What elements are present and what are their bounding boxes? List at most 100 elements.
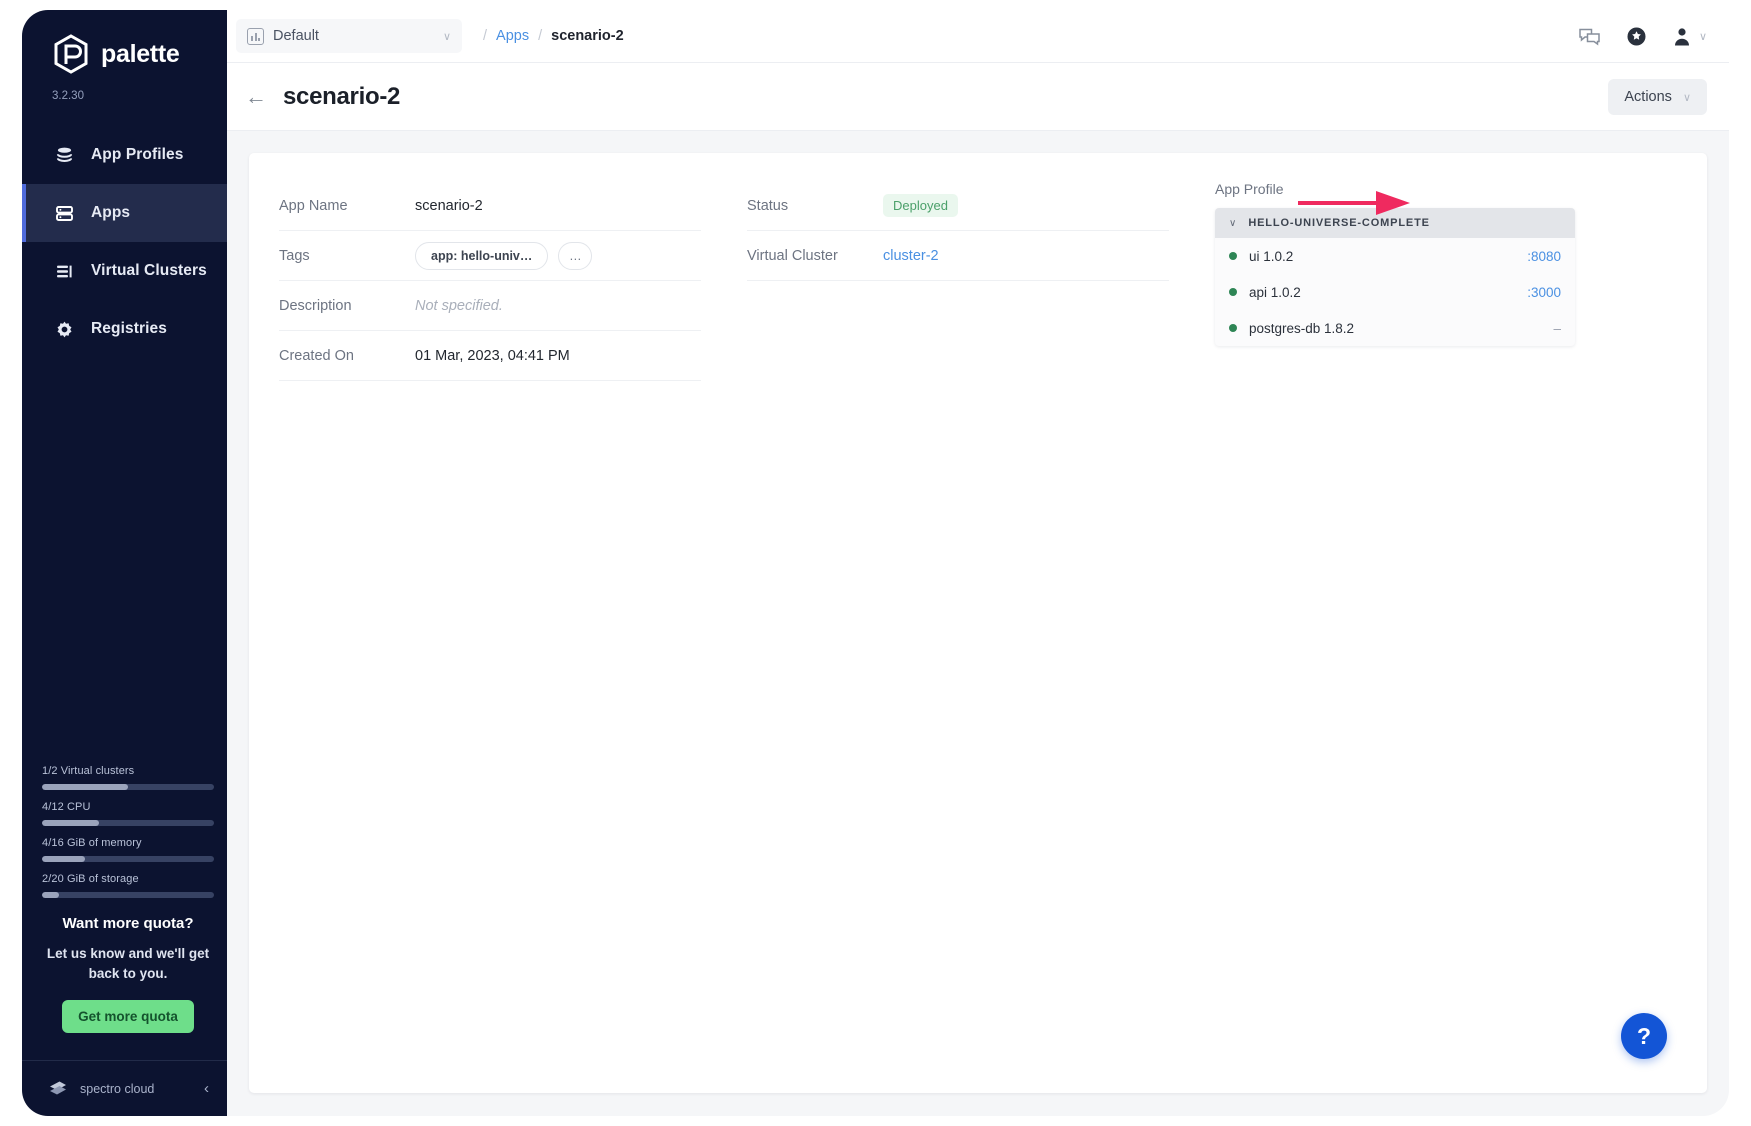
sidebar-item-label: App Profiles <box>91 146 184 164</box>
field-value: Not specified. <box>415 298 503 314</box>
quota-item-memory: 4/16 GiB of memory <box>42 837 214 862</box>
back-button[interactable]: ← <box>245 86 267 108</box>
quota-label: 4/16 GiB of memory <box>42 837 214 849</box>
quota-fill <box>42 892 59 898</box>
sidebar-item-apps[interactable]: Apps <box>22 184 227 242</box>
breadcrumb-separator: / <box>538 28 542 44</box>
field-app-name: App Name scenario-2 <box>279 181 701 231</box>
stack-icon <box>54 145 75 166</box>
status-dot-icon <box>1229 288 1237 296</box>
app-profile-panel: ∨ HELLO-UNIVERSE-COMPLETE ui 1.0.2 :8080 <box>1215 208 1575 346</box>
field-label: Tags <box>279 248 415 264</box>
sidebar-item-app-profiles[interactable]: App Profiles <box>22 126 227 184</box>
field-description: Description Not specified. <box>279 281 701 331</box>
details-columns: App Name scenario-2 Tags app: hello-univ… <box>279 181 1677 381</box>
field-label: Virtual Cluster <box>747 248 883 264</box>
app-profile-name: HELLO-UNIVERSE-COMPLETE <box>1248 217 1430 229</box>
apps-icon <box>54 203 75 224</box>
chat-icon[interactable] <box>1578 25 1601 48</box>
chevron-down-icon: ∨ <box>443 30 451 43</box>
spectro-cloud-logo-icon <box>46 1077 70 1101</box>
help-button[interactable]: ? <box>1621 1013 1667 1059</box>
app-profile-label: App Profile <box>1215 181 1615 197</box>
topbar: Default ∨ / Apps / scenario-2 <box>227 10 1729 63</box>
field-status: Status Deployed <box>747 181 1169 231</box>
project-chart-icon <box>247 28 264 45</box>
field-value: scenario-2 <box>415 198 483 214</box>
sidebar-item-label: Registries <box>91 320 167 338</box>
spectro-cloud-label: spectro cloud <box>80 1082 194 1096</box>
sidebar-footer: spectro cloud ‹ <box>22 1060 227 1116</box>
quota-fill <box>42 856 85 862</box>
palette-logo-icon <box>52 34 90 74</box>
quota-item-virtual-clusters: 1/2 Virtual clusters <box>42 765 214 790</box>
breadcrumb-current: scenario-2 <box>551 28 624 44</box>
sidebar-item-virtual-clusters[interactable]: Virtual Clusters <box>22 242 227 300</box>
virtual-cluster-link[interactable]: cluster-2 <box>883 248 939 264</box>
field-label: Description <box>279 298 415 314</box>
field-created-on: Created On 01 Mar, 2023, 04:41 PM <box>279 331 701 381</box>
quota-track <box>42 856 214 862</box>
project-name: Default <box>273 28 434 44</box>
project-selector[interactable]: Default ∨ <box>236 19 462 53</box>
app-profile-header[interactable]: ∨ HELLO-UNIVERSE-COMPLETE <box>1215 208 1575 238</box>
actions-button-label: Actions <box>1624 89 1672 105</box>
tag-list: app: hello-univ… … <box>415 242 592 270</box>
quota-label: 4/12 CPU <box>42 801 214 813</box>
service-name: postgres-db 1.8.2 <box>1249 321 1553 336</box>
brand-name: palette <box>101 40 179 69</box>
quota-cta: Want more quota? Let us know and we'll g… <box>34 915 222 1033</box>
app-window: palette 3.2.30 App Profiles <box>0 0 1751 1126</box>
app-details-card: App Name scenario-2 Tags app: hello-univ… <box>249 153 1707 1093</box>
page-title: scenario-2 <box>283 83 400 111</box>
topbar-actions: ∨ <box>1578 10 1707 63</box>
quota-section: 1/2 Virtual clusters 4/12 CPU 4/16 GiB o… <box>42 765 214 909</box>
status-badge: Deployed <box>883 194 958 217</box>
service-port-link[interactable]: :3000 <box>1527 285 1561 300</box>
page-header: ← scenario-2 Actions ∨ <box>227 63 1729 131</box>
sidebar-nav: App Profiles Apps <box>22 126 227 358</box>
breadcrumb-link-apps[interactable]: Apps <box>496 28 529 44</box>
status-dot-icon <box>1229 252 1237 260</box>
quota-track <box>42 784 214 790</box>
chevron-down-icon: ∨ <box>1683 91 1691 104</box>
details-middle-column: Status Deployed Virtual Cluster cluster-… <box>747 181 1169 381</box>
service-port-link[interactable]: :8080 <box>1527 249 1561 264</box>
details-left-column: App Name scenario-2 Tags app: hello-univ… <box>279 181 701 381</box>
quota-track <box>42 892 214 898</box>
collapse-sidebar-icon[interactable]: ‹ <box>204 1080 209 1097</box>
service-port-value: – <box>1553 321 1561 336</box>
field-label: Status <box>747 198 883 214</box>
quota-label: 2/20 GiB of storage <box>42 873 214 885</box>
quota-item-cpu: 4/12 CPU <box>42 801 214 826</box>
quota-fill <box>42 820 99 826</box>
quota-track <box>42 820 214 826</box>
sidebar-item-label: Virtual Clusters <box>91 262 207 280</box>
quota-fill <box>42 784 128 790</box>
service-row-api: api 1.0.2 :3000 <box>1215 274 1575 310</box>
tag-pill[interactable]: app: hello-univ… <box>415 242 548 270</box>
tag-overflow-button[interactable]: … <box>558 242 592 270</box>
get-more-quota-button[interactable]: Get more quota <box>62 1000 194 1033</box>
chevron-down-icon: ∨ <box>1229 218 1236 229</box>
sidebar: palette 3.2.30 App Profiles <box>22 10 227 1116</box>
gear-icon[interactable] <box>1626 26 1647 47</box>
status-dot-icon <box>1229 324 1237 332</box>
user-avatar-icon[interactable]: ∨ <box>1672 26 1707 47</box>
sidebar-item-registries[interactable]: Registries <box>22 300 227 358</box>
quota-cta-title: Want more quota? <box>34 915 222 932</box>
field-label: Created On <box>279 348 415 364</box>
quota-item-storage: 2/20 GiB of storage <box>42 873 214 898</box>
field-label: App Name <box>279 198 415 214</box>
actions-button[interactable]: Actions ∨ <box>1608 79 1707 115</box>
field-tags: Tags app: hello-univ… … <box>279 231 701 281</box>
service-row-postgres-db: postgres-db 1.8.2 – <box>1215 310 1575 346</box>
brand-logo[interactable]: palette <box>52 34 179 74</box>
content-area: App Name scenario-2 Tags app: hello-univ… <box>227 131 1729 1116</box>
breadcrumb-separator: / <box>483 28 487 44</box>
service-row-ui: ui 1.0.2 :8080 <box>1215 238 1575 274</box>
gear-icon <box>54 319 75 340</box>
details-right-column: App Profile ∨ HELLO-UNIVERSE-COMPLETE ui… <box>1215 181 1615 381</box>
sidebar-item-label: Apps <box>91 204 130 222</box>
chevron-down-icon: ∨ <box>1699 30 1707 43</box>
